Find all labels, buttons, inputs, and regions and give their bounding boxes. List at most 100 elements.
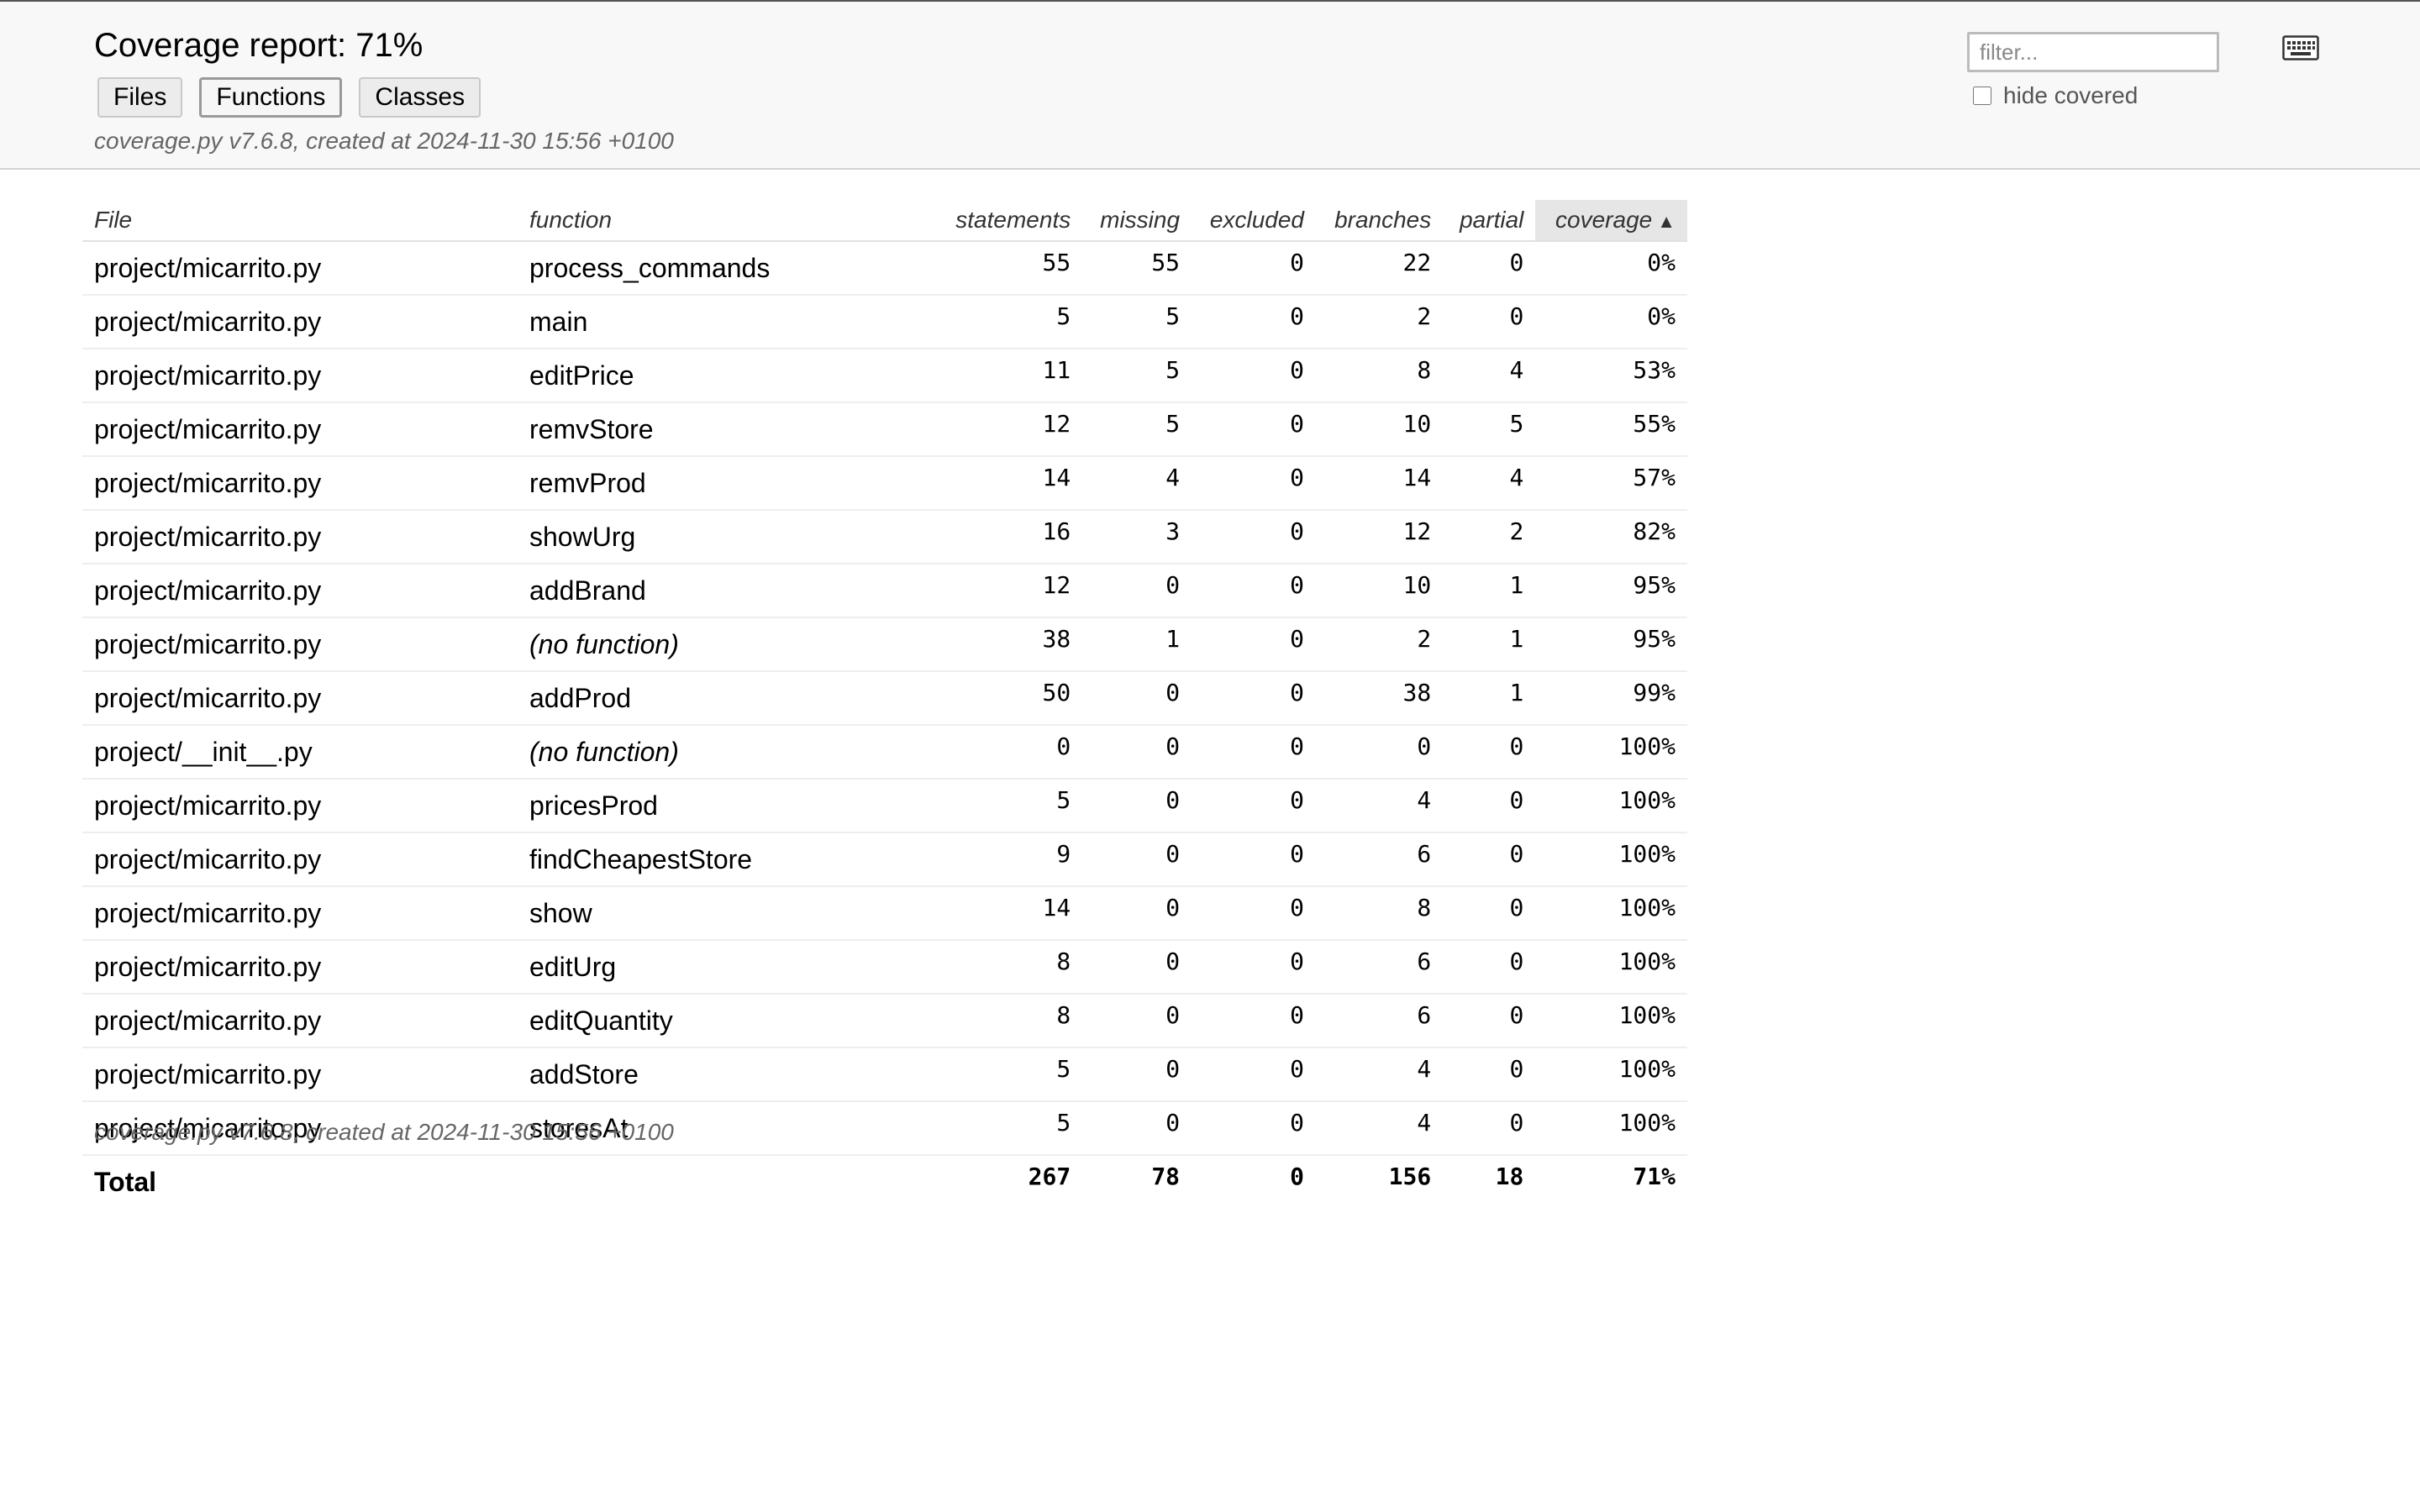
cell-excluded: 0 <box>1192 994 1317 1048</box>
cell-statements: 16 <box>936 510 1083 564</box>
cell-excluded: 0 <box>1192 671 1317 726</box>
cell-partial: 4 <box>1443 349 1536 403</box>
cell-function: editUrg <box>518 940 936 995</box>
keyboard-icon[interactable] <box>2282 35 2319 65</box>
cell-excluded: 0 <box>1192 617 1317 672</box>
view-switcher: Files Functions Classes <box>97 77 481 118</box>
cell-branches: 6 <box>1316 940 1444 995</box>
created-info: coverage.py v7.6.8, created at 2024-11-3… <box>94 128 674 154</box>
cell-partial: 4 <box>1443 456 1536 511</box>
table-header-row: File function statements missing exclude… <box>82 200 1687 242</box>
cell-partial: 5 <box>1443 402 1536 457</box>
footer-created-info: coverage.py v7.6.8, created at 2024-11-3… <box>94 1119 674 1145</box>
table-row: project/micarrito.py (no function) 38 1 0 2 1 9… <box>82 617 1687 672</box>
cell-file[interactable]: project/micarrito.py <box>82 671 518 726</box>
cell-missing: 4 <box>1082 456 1192 511</box>
cell-branches: 12 <box>1316 510 1444 564</box>
cell-file[interactable]: project/micarrito.py <box>82 779 518 833</box>
table-body: project/micarrito.py process_commands 55 55… <box>82 241 1687 1156</box>
cell-partial: 0 <box>1443 1047 1536 1102</box>
filter-input[interactable] <box>1967 32 2219 72</box>
table-row: project/micarrito.py pricesProd 5 0 0 4 0 100% <box>82 779 1687 833</box>
cell-statements: 12 <box>936 402 1083 457</box>
cell-coverage: 0% <box>1535 295 1687 349</box>
cell-statements: 8 <box>936 994 1083 1048</box>
cell-missing: 0 <box>1082 994 1192 1048</box>
table-row: project/micarrito.py main 5 5 0 2 0 0% <box>82 295 1687 349</box>
cell-statements: 0 <box>936 725 1083 780</box>
cell-function: process_commands <box>518 241 936 296</box>
table-row: project/micarrito.py editUrg 8 0 0 6 0 100% <box>82 940 1687 995</box>
column-header-file[interactable]: File <box>82 200 518 242</box>
cell-file[interactable]: project/micarrito.py <box>82 940 518 995</box>
column-header-coverage[interactable]: coverage ▲ <box>1535 200 1687 242</box>
cell-file[interactable]: project/micarrito.py <box>82 994 518 1048</box>
cell-partial: 1 <box>1443 617 1536 672</box>
files-button[interactable]: Files <box>97 77 183 118</box>
cell-file[interactable]: project/micarrito.py <box>82 456 518 511</box>
cell-function: editQuantity <box>518 994 936 1048</box>
cell-function: pricesProd <box>518 779 936 833</box>
table-row: project/micarrito.py editQuantity 8 0 0 6 0 100… <box>82 994 1687 1048</box>
cell-missing: 0 <box>1082 779 1192 833</box>
cell-missing: 0 <box>1082 1101 1192 1156</box>
cell-branches: 0 <box>1316 725 1444 780</box>
cell-excluded: 0 <box>1192 402 1317 457</box>
cell-excluded: 0 <box>1192 241 1317 296</box>
table-row: project/micarrito.py addStore 5 0 0 4 0 100% <box>82 1047 1687 1102</box>
cell-file[interactable]: project/micarrito.py <box>82 886 518 941</box>
cell-branches: 8 <box>1316 349 1444 403</box>
cell-function: main <box>518 295 936 349</box>
column-header-missing[interactable]: missing <box>1082 200 1192 242</box>
cell-function: addBrand <box>518 564 936 618</box>
cell-coverage: 95% <box>1535 564 1687 618</box>
cell-missing: 0 <box>1082 886 1192 941</box>
cell-statements: 5 <box>936 295 1083 349</box>
cell-file[interactable]: project/micarrito.py <box>82 349 518 403</box>
column-header-function[interactable]: function <box>518 200 936 242</box>
cell-partial: 1 <box>1443 564 1536 618</box>
cell-file[interactable]: project/micarrito.py <box>82 510 518 564</box>
cell-file[interactable]: project/micarrito.py <box>82 1047 518 1102</box>
table-row: project/micarrito.py process_commands 55 55… <box>82 241 1687 296</box>
cell-file[interactable]: project/micarrito.py <box>82 832 518 887</box>
cell-missing: 0 <box>1082 940 1192 995</box>
cell-coverage: 100% <box>1535 940 1687 995</box>
report-header: Coverage report: 71% Files Functions Cla… <box>0 0 2420 170</box>
cell-file[interactable]: project/__init__.py <box>82 725 518 780</box>
cell-coverage: 57% <box>1535 456 1687 511</box>
cell-statements: 8 <box>936 940 1083 995</box>
classes-button[interactable]: Classes <box>359 77 481 118</box>
column-header-branches[interactable]: branches <box>1316 200 1444 242</box>
total-excluded: 0 <box>1290 1163 1305 1190</box>
cell-branches: 14 <box>1316 456 1444 511</box>
column-header-partial[interactable]: partial <box>1443 200 1536 242</box>
cell-branches: 38 <box>1316 671 1444 726</box>
cell-function: addProd <box>518 671 936 726</box>
cell-branches: 8 <box>1316 886 1444 941</box>
hide-covered-toggle[interactable]: hide covered <box>1973 82 2138 109</box>
cell-function: findCheapestStore <box>518 832 936 887</box>
column-header-excluded[interactable]: excluded <box>1192 200 1317 242</box>
cell-branches: 10 <box>1316 564 1444 618</box>
cell-file[interactable]: project/micarrito.py <box>82 241 518 296</box>
cell-partial: 0 <box>1443 886 1536 941</box>
cell-file[interactable]: project/micarrito.py <box>82 402 518 457</box>
function-coverage-table: File function statements missing exclude… <box>82 200 1687 1208</box>
cell-missing: 0 <box>1082 832 1192 887</box>
cell-file[interactable]: project/micarrito.py <box>82 564 518 618</box>
cell-partial: 0 <box>1443 779 1536 833</box>
cell-function: (no function) <box>518 725 936 780</box>
cell-missing: 5 <box>1082 349 1192 403</box>
cell-statements: 55 <box>936 241 1083 296</box>
cell-file[interactable]: project/micarrito.py <box>82 617 518 672</box>
cell-coverage: 100% <box>1535 1101 1687 1156</box>
cell-partial: 1 <box>1443 671 1536 726</box>
cell-statements: 5 <box>936 1101 1083 1156</box>
functions-button[interactable]: Functions <box>199 77 343 118</box>
column-header-statements[interactable]: statements <box>936 200 1083 242</box>
cell-file[interactable]: project/micarrito.py <box>82 295 518 349</box>
hide-covered-checkbox[interactable] <box>1973 87 1991 105</box>
cell-missing: 5 <box>1082 295 1192 349</box>
table-row: project/micarrito.py editPrice 11 5 0 8 4 53% <box>82 349 1687 403</box>
